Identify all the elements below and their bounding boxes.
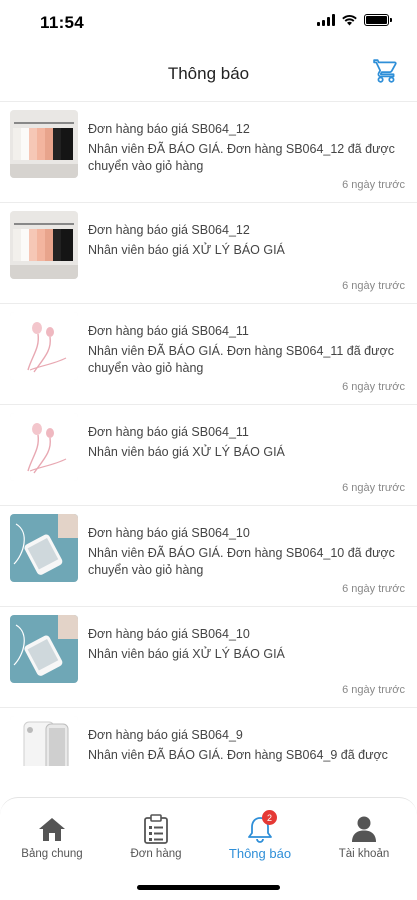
notification-message: Nhân viên ĐÃ BÁO GIÁ. Đơn hàng SB064_9 đ… bbox=[88, 748, 388, 762]
tab-label: Bảng chung bbox=[21, 848, 83, 860]
wifi-icon bbox=[342, 15, 357, 26]
home-icon bbox=[37, 814, 67, 844]
notification-badge: 2 bbox=[262, 810, 277, 825]
notification-time: 6 ngày trước bbox=[342, 280, 405, 292]
bell-icon: 2 bbox=[245, 810, 277, 844]
notification-item[interactable]: Đơn hàng báo giá SB064_10 Nhân viên ĐÃ B… bbox=[0, 506, 417, 607]
page-title: Thông báo bbox=[167, 64, 250, 83]
tab-home[interactable]: Bảng chung bbox=[0, 798, 104, 868]
notification-title: Đơn hàng báo giá SB064_9 bbox=[88, 728, 243, 742]
notification-message: Nhân viên ĐÃ BÁO GIÁ. Đơn hàng SB064_11 … bbox=[88, 344, 394, 375]
notification-title: Đơn hàng báo giá SB064_11 bbox=[88, 324, 249, 338]
notification-message: Nhân viên báo giá XỬ LÝ BÁO GIÁ bbox=[88, 647, 285, 661]
notification-item[interactable]: Đơn hàng báo giá SB064_12 Nhân viên báo … bbox=[0, 203, 417, 304]
clipboard-icon bbox=[141, 814, 171, 844]
tab-label: Tài khoản bbox=[338, 848, 390, 860]
product-thumbnail bbox=[10, 615, 78, 683]
tab-notifications[interactable]: 2 Thông báo bbox=[208, 798, 312, 868]
notification-time: 6 ngày trước bbox=[342, 583, 405, 595]
notification-item[interactable]: Đơn hàng báo giá SB064_11 Nhân viên ĐÃ B… bbox=[0, 304, 417, 405]
user-icon bbox=[349, 814, 379, 844]
notification-title: Đơn hàng báo giá SB064_12 bbox=[88, 223, 250, 237]
product-thumbnail bbox=[10, 110, 78, 178]
notification-time: 6 ngày trước bbox=[342, 482, 405, 494]
notification-title: Đơn hàng báo giá SB064_10 bbox=[88, 627, 250, 641]
product-thumbnail bbox=[10, 312, 78, 380]
tab-orders[interactable]: Đơn hàng bbox=[104, 798, 208, 868]
cart-button[interactable] bbox=[371, 56, 401, 86]
notification-item[interactable]: Đơn hàng báo giá SB064_11 Nhân viên báo … bbox=[0, 405, 417, 506]
notification-title: Đơn hàng báo giá SB064_11 bbox=[88, 425, 249, 439]
home-indicator[interactable] bbox=[137, 885, 280, 890]
notification-message: Nhân viên ĐÃ BÁO GIÁ. Đơn hàng SB064_12 … bbox=[88, 142, 395, 173]
notification-item[interactable]: Đơn hàng báo giá SB064_9 Nhân viên ĐÃ BÁ… bbox=[0, 708, 417, 766]
signal-icon bbox=[317, 14, 335, 26]
notification-time: 6 ngày trước bbox=[342, 179, 405, 191]
tab-label: Đơn hàng bbox=[130, 848, 182, 860]
notification-title: Đơn hàng báo giá SB064_12 bbox=[88, 122, 250, 136]
product-thumbnail bbox=[10, 211, 78, 279]
notification-message: Nhân viên báo giá XỬ LÝ BÁO GIÁ bbox=[88, 445, 285, 459]
notification-time: 6 ngày trước bbox=[342, 684, 405, 696]
notification-item[interactable]: Đơn hàng báo giá SB064_10 Nhân viên báo … bbox=[0, 607, 417, 708]
notification-list[interactable]: Đơn hàng báo giá SB064_12 Nhân viên ĐÃ B… bbox=[0, 102, 417, 766]
notification-message: Nhân viên ĐÃ BÁO GIÁ. Đơn hàng SB064_10 … bbox=[88, 546, 395, 577]
notification-title: Đơn hàng báo giá SB064_10 bbox=[88, 526, 250, 540]
tab-label: Thông báo bbox=[228, 846, 292, 861]
header: Thông báo bbox=[0, 48, 417, 102]
product-thumbnail bbox=[10, 413, 78, 481]
product-thumbnail bbox=[10, 716, 78, 766]
status-time: 11:54 bbox=[40, 13, 85, 32]
notification-message: Nhân viên báo giá XỬ LÝ BÁO GIÁ bbox=[88, 243, 285, 257]
status-bar: 11:54 bbox=[0, 0, 417, 48]
notification-item[interactable]: Đơn hàng báo giá SB064_12 Nhân viên ĐÃ B… bbox=[0, 102, 417, 203]
status-icons bbox=[317, 14, 392, 26]
product-thumbnail bbox=[10, 514, 78, 582]
battery-icon bbox=[364, 14, 392, 26]
notification-time: 6 ngày trước bbox=[342, 381, 405, 393]
tab-account[interactable]: Tài khoản bbox=[312, 798, 416, 868]
shopping-cart-icon bbox=[373, 59, 397, 83]
